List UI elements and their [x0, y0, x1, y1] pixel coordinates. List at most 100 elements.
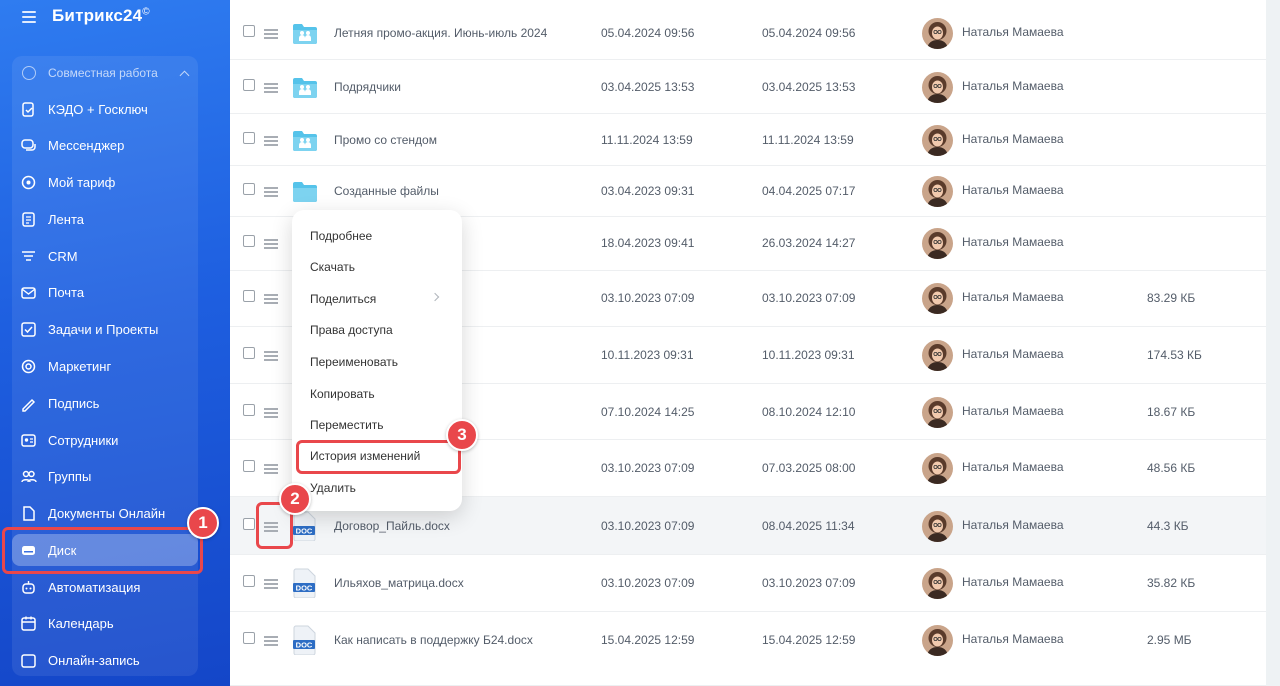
sidebar-item-6[interactable]: Задачи и Проекты	[12, 313, 198, 345]
sidebar-item-2[interactable]: Мой тариф	[12, 166, 198, 198]
owner-name[interactable]: Наталья Мамаева	[962, 290, 1064, 304]
sidebar-item-4[interactable]: CRM	[12, 240, 198, 272]
modified-date: 05.04.2024 09:56	[762, 26, 856, 40]
sidebar-item-13[interactable]: Автоматизация	[12, 571, 198, 603]
file-name[interactable]: Договор_Пайль.docx	[334, 519, 450, 533]
file-name[interactable]: Созданные файлы	[334, 184, 439, 198]
file-name[interactable]: Подрядчики	[334, 80, 401, 94]
svg-text:DOC: DOC	[296, 641, 313, 650]
row-checkbox[interactable]	[243, 347, 255, 359]
row-checkbox[interactable]	[243, 183, 255, 195]
sidebar-group-header[interactable]: Совместная работа	[22, 62, 194, 84]
doc-sign-icon	[20, 101, 37, 118]
sidebar-item-9[interactable]: Сотрудники	[12, 424, 198, 456]
menu-rename[interactable]: Переименовать	[310, 355, 398, 369]
avatar[interactable]	[922, 72, 953, 103]
avatar[interactable]	[922, 625, 953, 656]
created-date: 03.10.2023 07:09	[601, 519, 695, 533]
row-checkbox[interactable]	[243, 132, 255, 144]
sidebar-item-15[interactable]: Онлайн-запись	[12, 644, 198, 676]
menu-move[interactable]: Переместить	[310, 418, 384, 432]
created-date: 15.04.2025 12:59	[601, 633, 695, 647]
avatar[interactable]	[922, 511, 953, 542]
sidebar-item-11[interactable]: Документы Онлайн	[12, 497, 198, 529]
avatar[interactable]	[922, 340, 953, 371]
avatar[interactable]	[922, 568, 953, 599]
modified-date: 04.04.2025 07:17	[762, 184, 856, 198]
sidebar: Битрикс24© Совместная работа КЭДО + Госк…	[0, 0, 230, 686]
sidebar-item-14[interactable]: Календарь	[12, 607, 198, 639]
row-menu-icon[interactable]	[264, 579, 278, 589]
row-menu-icon[interactable]	[264, 187, 278, 197]
row-menu-icon[interactable]	[264, 29, 278, 39]
row-checkbox[interactable]	[243, 290, 255, 302]
sidebar-item-10[interactable]: Группы	[12, 460, 198, 492]
row-checkbox[interactable]	[243, 25, 255, 37]
row-checkbox[interactable]	[243, 632, 255, 644]
row-menu-icon[interactable]	[264, 408, 278, 418]
created-date: 03.10.2023 07:09	[601, 576, 695, 590]
sidebar-item-3[interactable]: Лента	[12, 203, 198, 235]
sidebar-item-8[interactable]: Подпись	[12, 387, 198, 419]
menu-delete[interactable]: Удалить	[310, 481, 356, 495]
owner-name[interactable]: Наталья Мамаева	[962, 404, 1064, 418]
owner-name[interactable]: Наталья Мамаева	[962, 575, 1064, 589]
app-logo[interactable]: Битрикс24©	[52, 6, 150, 26]
row-menu-icon[interactable]	[264, 636, 278, 646]
owner-name[interactable]: Наталья Мамаева	[962, 25, 1064, 39]
file-name[interactable]: Летняя промо-акция. Июнь-июль 2024	[334, 26, 547, 40]
table-row[interactable]: Летняя промо-акция. Июнь-июль 2024 05.04.…	[230, 0, 1266, 60]
row-checkbox[interactable]	[243, 79, 255, 91]
avatar[interactable]	[922, 453, 953, 484]
owner-name[interactable]: Наталья Мамаева	[962, 632, 1064, 646]
avatar[interactable]	[922, 228, 953, 259]
owner-name[interactable]: Наталья Мамаева	[962, 460, 1064, 474]
avatar[interactable]	[922, 125, 953, 156]
sidebar-item-5[interactable]: Почта	[12, 276, 198, 308]
table-row[interactable]: DOC Ильяхов_матрица.docx 03.10.2023 07:09 0…	[230, 555, 1266, 612]
row-menu-icon[interactable]	[264, 239, 278, 249]
menu-burger-icon[interactable]	[22, 10, 36, 23]
modified-date: 08.04.2025 11:34	[762, 519, 855, 533]
sidebar-item-7[interactable]: Маркетинг	[12, 350, 198, 382]
row-menu-icon[interactable]	[264, 136, 278, 146]
created-date: 05.04.2024 09:56	[601, 26, 695, 40]
row-menu-icon[interactable]	[264, 351, 278, 361]
row-checkbox[interactable]	[243, 518, 255, 530]
sidebar-item-label: Маркетинг	[48, 358, 112, 374]
owner-name[interactable]: Наталья Мамаева	[962, 79, 1064, 93]
menu-access-rights[interactable]: Права доступа	[310, 323, 393, 337]
avatar[interactable]	[922, 176, 953, 207]
row-menu-icon[interactable]	[264, 464, 278, 474]
crm-icon	[20, 248, 37, 265]
sidebar-item-0[interactable]: КЭДО + Госключ	[12, 93, 198, 125]
owner-name[interactable]: Наталья Мамаева	[962, 132, 1064, 146]
avatar[interactable]	[922, 18, 953, 49]
menu-details[interactable]: Подробнее	[310, 229, 372, 243]
owner-name[interactable]: Наталья Мамаева	[962, 518, 1064, 532]
menu-share[interactable]: Поделиться	[310, 292, 376, 306]
sidebar-item-label: Задачи и Проекты	[48, 321, 159, 337]
row-menu-icon[interactable]	[264, 83, 278, 93]
row-checkbox[interactable]	[243, 575, 255, 587]
table-row[interactable]: Подрядчики 03.04.2025 13:53 03.04.2025 13:…	[230, 60, 1266, 114]
file-name[interactable]: Как написать в поддержку Б24.docx	[334, 633, 533, 647]
file-name[interactable]: Ильяхов_матрица.docx	[334, 576, 464, 590]
row-checkbox[interactable]	[243, 404, 255, 416]
table-row[interactable]: DOC Как написать в поддержку Б24.docx 15.0…	[230, 612, 1266, 686]
file-name[interactable]: Промо со стендом	[334, 133, 437, 147]
row-checkbox[interactable]	[243, 235, 255, 247]
chevron-up-icon[interactable]	[179, 70, 190, 80]
menu-copy[interactable]: Копировать	[310, 387, 375, 401]
avatar[interactable]	[922, 397, 953, 428]
avatar[interactable]	[922, 283, 953, 314]
sidebar-item-1[interactable]: Мессенджер	[12, 129, 198, 161]
owner-name[interactable]: Наталья Мамаева	[962, 347, 1064, 361]
owner-name[interactable]: Наталья Мамаева	[962, 235, 1064, 249]
sidebar-item-label: Автоматизация	[48, 579, 141, 595]
owner-name[interactable]: Наталья Мамаева	[962, 183, 1064, 197]
row-menu-icon[interactable]	[264, 294, 278, 304]
row-checkbox[interactable]	[243, 460, 255, 472]
table-row[interactable]: Промо со стендом 11.11.2024 13:59 11.11.20…	[230, 114, 1266, 166]
menu-download[interactable]: Скачать	[310, 260, 355, 274]
